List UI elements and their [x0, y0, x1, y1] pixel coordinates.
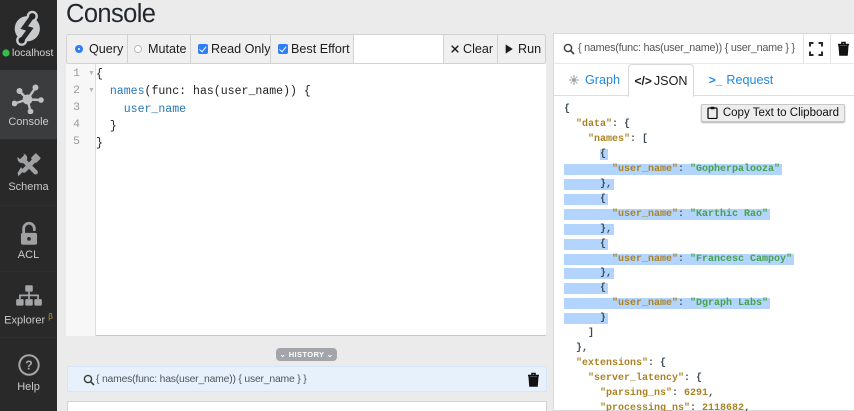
svg-text:?: ?	[25, 359, 33, 373]
